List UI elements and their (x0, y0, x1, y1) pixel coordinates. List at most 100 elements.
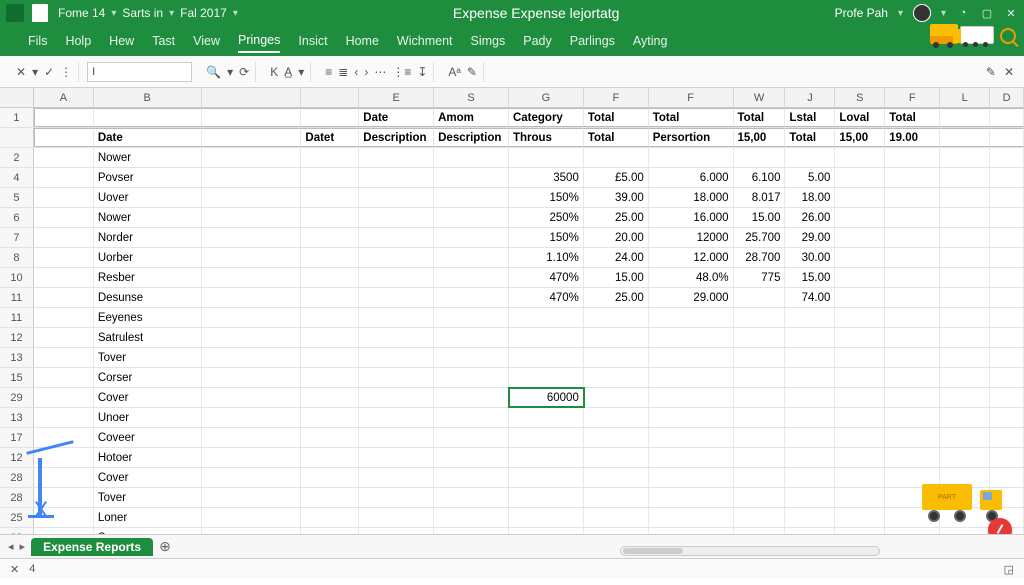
cell[interactable] (34, 168, 94, 187)
cell[interactable] (434, 388, 509, 407)
cell[interactable] (359, 428, 434, 447)
cell[interactable]: Date (359, 108, 434, 127)
row-header[interactable]: 13 (0, 408, 34, 427)
cell[interactable] (885, 428, 940, 447)
cell[interactable] (34, 388, 94, 407)
sheet-tab-active[interactable]: Expense Reports (31, 538, 153, 556)
cell[interactable] (301, 268, 359, 287)
cell[interactable] (301, 428, 359, 447)
cell[interactable] (835, 448, 885, 467)
cell[interactable]: Nower (94, 208, 202, 227)
cell[interactable] (885, 288, 940, 307)
cell[interactable] (202, 288, 302, 307)
more-icon[interactable]: ⋮ (60, 65, 72, 79)
cancel-icon[interactable]: ✕ (16, 65, 26, 79)
horizontal-scrollbar[interactable] (620, 546, 880, 556)
cell[interactable] (434, 288, 509, 307)
cell[interactable] (34, 268, 94, 287)
ribbon-tab[interactable]: Home (346, 30, 379, 52)
cell[interactable]: Datet (301, 128, 359, 147)
cell[interactable] (940, 208, 990, 227)
cell[interactable] (734, 388, 786, 407)
cell[interactable] (885, 248, 940, 267)
cell[interactable] (649, 328, 734, 347)
cell[interactable] (202, 188, 302, 207)
col-header[interactable]: B (94, 88, 202, 107)
cell[interactable]: 470% (509, 268, 584, 287)
cell[interactable] (202, 228, 302, 247)
cell[interactable] (785, 348, 835, 367)
cell[interactable] (434, 428, 509, 447)
cell[interactable] (434, 328, 509, 347)
cell[interactable] (359, 408, 434, 427)
cell[interactable] (434, 188, 509, 207)
cell[interactable] (301, 148, 359, 167)
cell[interactable]: 20.00 (584, 228, 649, 247)
row-header[interactable]: 1 (0, 108, 34, 127)
cell[interactable]: 150% (509, 188, 584, 207)
cell[interactable] (940, 508, 990, 527)
cell[interactable] (785, 408, 835, 427)
cell[interactable]: Coveer (94, 428, 202, 447)
ribbon-tab[interactable]: Pady (523, 30, 552, 52)
row-header[interactable]: 28 (0, 488, 34, 507)
cell[interactable] (34, 248, 94, 267)
cell[interactable] (34, 488, 94, 507)
col-header[interactable]: A (34, 88, 94, 107)
cell[interactable] (940, 108, 990, 127)
cell[interactable]: 150% (509, 228, 584, 247)
col-header[interactable] (301, 88, 359, 107)
cell[interactable]: 18.000 (649, 188, 734, 207)
cell[interactable]: Amom (434, 108, 509, 127)
col-header[interactable]: F (584, 88, 649, 107)
accept-icon[interactable]: ✓ (44, 65, 54, 79)
cell[interactable] (990, 288, 1024, 307)
cell[interactable] (301, 388, 359, 407)
cell[interactable] (301, 448, 359, 467)
cell[interactable] (785, 508, 835, 527)
cell[interactable] (202, 208, 302, 227)
cell[interactable] (785, 468, 835, 487)
cell[interactable]: Tover (94, 488, 202, 507)
cell[interactable] (940, 288, 990, 307)
ribbon-tab[interactable]: Simgs (471, 30, 506, 52)
cell[interactable] (34, 288, 94, 307)
cell[interactable]: Total (785, 128, 835, 147)
cell[interactable] (885, 188, 940, 207)
cell[interactable] (835, 408, 885, 427)
cell[interactable]: Lstal (785, 108, 835, 127)
wrap-icon[interactable]: ↧ (417, 65, 427, 79)
cell[interactable] (509, 148, 584, 167)
spreadsheet[interactable]: A B E S G F F W J S F L D 1DateAmomCateg… (0, 88, 1024, 558)
indent-icon[interactable]: ⋮≡ (392, 65, 411, 79)
cell[interactable] (990, 188, 1024, 207)
close-window-icon[interactable]: ✕ (1004, 6, 1018, 20)
cell[interactable]: 30.00 (785, 248, 835, 267)
cell[interactable] (990, 128, 1024, 147)
cell[interactable] (584, 468, 649, 487)
cell[interactable]: 29.000 (649, 288, 734, 307)
cell[interactable]: Description (359, 128, 434, 147)
name-box[interactable]: I (87, 62, 192, 82)
close-icon[interactable]: ✕ (1004, 65, 1014, 79)
cell[interactable]: 15,00 (835, 128, 885, 147)
cell[interactable]: 15.00 (584, 268, 649, 287)
cell[interactable]: Total (649, 108, 734, 127)
cell[interactable] (584, 328, 649, 347)
cell[interactable] (584, 348, 649, 367)
cell[interactable]: Resber (94, 268, 202, 287)
cell[interactable] (509, 468, 584, 487)
cell[interactable] (301, 108, 359, 127)
cell[interactable] (434, 508, 509, 527)
row-header[interactable]: 6 (0, 208, 34, 227)
cell[interactable] (990, 408, 1024, 427)
cell[interactable] (835, 348, 885, 367)
cell[interactable] (34, 148, 94, 167)
cell[interactable] (202, 268, 302, 287)
cell[interactable] (34, 508, 94, 527)
crumb-3[interactable]: Fal 2017 (180, 6, 227, 20)
restore-window-icon[interactable]: ▢ (980, 6, 994, 20)
cell[interactable] (990, 428, 1024, 447)
cell[interactable]: Corser (94, 368, 202, 387)
cell[interactable] (202, 248, 302, 267)
